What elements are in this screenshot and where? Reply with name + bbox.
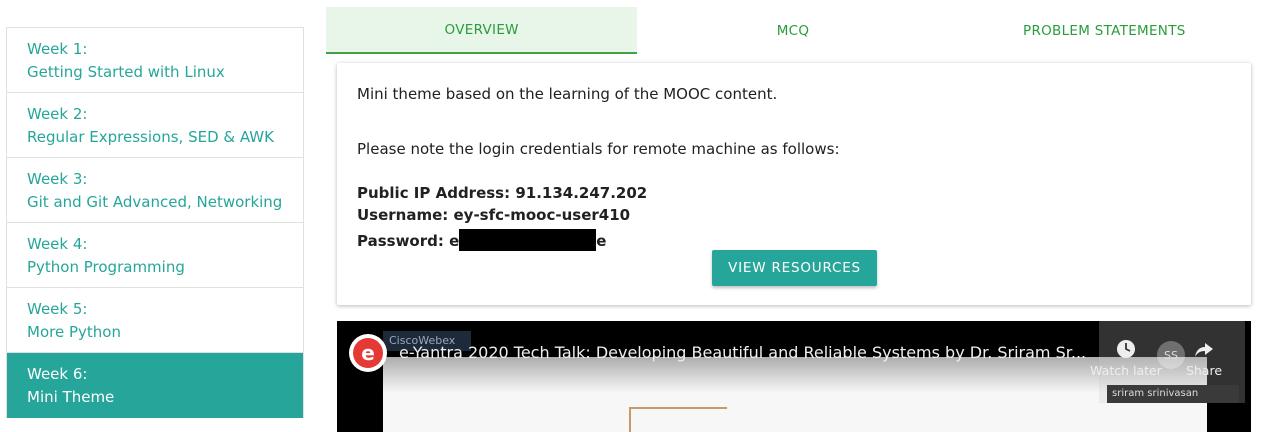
week-number: Week 2: [27,105,88,123]
week-number: Week 5: [27,300,88,318]
week-number: Week 6: [27,365,88,383]
week-sidebar: Week 1: Getting Started with Linux Week … [6,27,304,418]
tab-problem-statements[interactable]: PROBLEM STATEMENTS [949,7,1260,54]
week-title: Getting Started with Linux [27,63,225,81]
week-title: Mini Theme [27,388,115,406]
week-number: Week 3: [27,170,88,188]
sidebar-item-week-3[interactable]: Week 3: Git and Git Advanced, Networking [7,158,303,223]
password: Password: e e [357,229,606,251]
tab-mcq[interactable]: MCQ [637,7,948,54]
share-button[interactable]: Share [1167,337,1241,378]
watch-later-label: Watch later [1090,363,1162,378]
password-redaction [459,229,597,251]
week-title: Python Programming [27,258,185,276]
sidebar-item-week-2[interactable]: Week 2: Regular Expressions, SED & AWK [7,93,303,158]
sidebar-item-week-4[interactable]: Week 4: Python Programming [7,223,303,288]
tab-overview[interactable]: OVERVIEW [326,7,638,54]
clock-icon [1089,337,1163,361]
week-title: Git and Git Advanced, Networking [27,193,283,211]
channel-logo-icon[interactable]: e [349,334,387,372]
password-prefix: Password: e [357,232,460,250]
intro-text: Mini theme based on the learning of the … [357,85,778,103]
credentials-note: Please note the login credentials for re… [357,140,840,158]
week-title: More Python [27,323,121,341]
video-player[interactable]: CiscoWebex e e-Yantra 2020 Tech Talk: De… [337,321,1251,432]
week-number: Week 1: [27,40,88,58]
share-label: Share [1185,363,1223,378]
video-title[interactable]: e-Yantra 2020 Tech Talk: Developing Beau… [399,343,1089,362]
sidebar-item-week-6[interactable]: Week 6: Mini Theme [7,353,303,418]
ip-address: Public IP Address: 91.134.247.202 [357,184,648,202]
uploader-name: sriram srinivasan [1107,385,1239,403]
share-arrow-icon [1167,337,1241,361]
slide-decoration [629,407,727,432]
week-title: Regular Expressions, SED & AWK [27,128,274,146]
username: Username: ey-sfc-mooc-user410 [357,206,631,224]
watch-later-button[interactable]: Watch later [1089,337,1163,378]
content-tabs: OVERVIEW MCQ PROBLEM STATEMENTS [326,7,1260,54]
sidebar-item-week-5[interactable]: Week 5: More Python [7,288,303,353]
view-resources-button[interactable]: VIEW RESOURCES [712,250,877,286]
week-number: Week 4: [27,235,88,253]
sidebar-item-week-1[interactable]: Week 1: Getting Started with Linux [7,28,303,93]
overview-card: Mini theme based on the learning of the … [337,63,1251,305]
password-suffix: e [596,232,607,250]
